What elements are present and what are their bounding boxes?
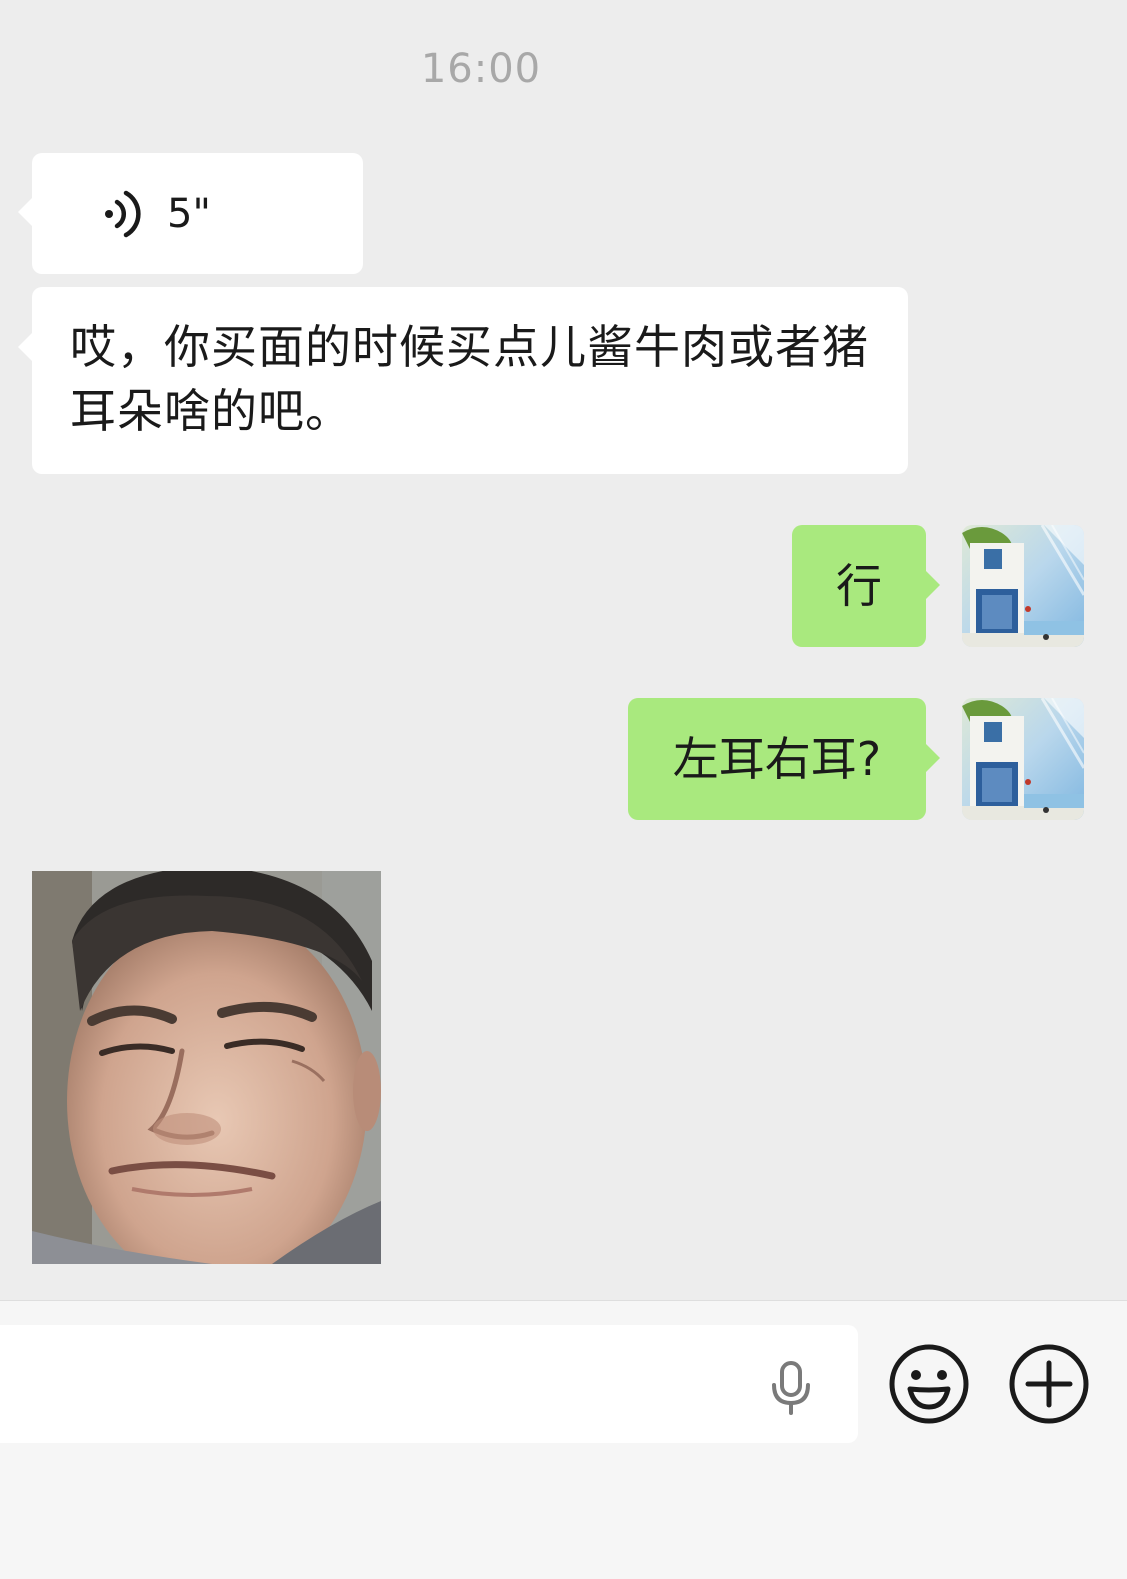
chat-message-area[interactable]: 16:00 5" 哎，你买面的时候买点儿酱牛肉或者猪耳朵啥的吧。 行 左耳右耳?	[0, 0, 1127, 1307]
message-timestamp: 16:00	[420, 46, 542, 92]
meme-face-picture	[32, 871, 381, 1264]
voice-message-bubble[interactable]: 5"	[18, 153, 363, 274]
bubble-tail	[18, 198, 32, 226]
bubble-tail	[926, 744, 940, 772]
smiley-face-icon[interactable]	[888, 1343, 970, 1425]
outgoing-text-bubble[interactable]: 行	[792, 525, 940, 647]
plus-circle-icon[interactable]	[1008, 1343, 1090, 1425]
outgoing-text-bubble[interactable]: 左耳右耳?	[628, 698, 940, 820]
message-text: 行	[836, 559, 882, 613]
meme-face-image[interactable]	[32, 871, 381, 1264]
voice-duration: 5"	[167, 191, 211, 237]
my-avatar[interactable]	[962, 525, 1084, 647]
message-text: 左耳右耳?	[672, 732, 882, 786]
message-text: 哎，你买面的时候买点儿酱牛肉或者猪耳朵啥的吧。	[70, 320, 869, 438]
bubble-tail	[926, 571, 940, 599]
incoming-text-bubble[interactable]: 哎，你买面的时候买点儿酱牛肉或者猪耳朵啥的吧。	[18, 287, 908, 474]
my-avatar[interactable]	[962, 698, 1084, 820]
avatar-image	[962, 698, 1084, 820]
message-input[interactable]	[0, 1325, 858, 1443]
chat-input-bar	[0, 1300, 1127, 1579]
bubble-tail	[18, 333, 32, 361]
avatar-image	[962, 525, 1084, 647]
voice-wave-icon	[105, 190, 141, 238]
microphone-icon[interactable]	[768, 1359, 814, 1415]
